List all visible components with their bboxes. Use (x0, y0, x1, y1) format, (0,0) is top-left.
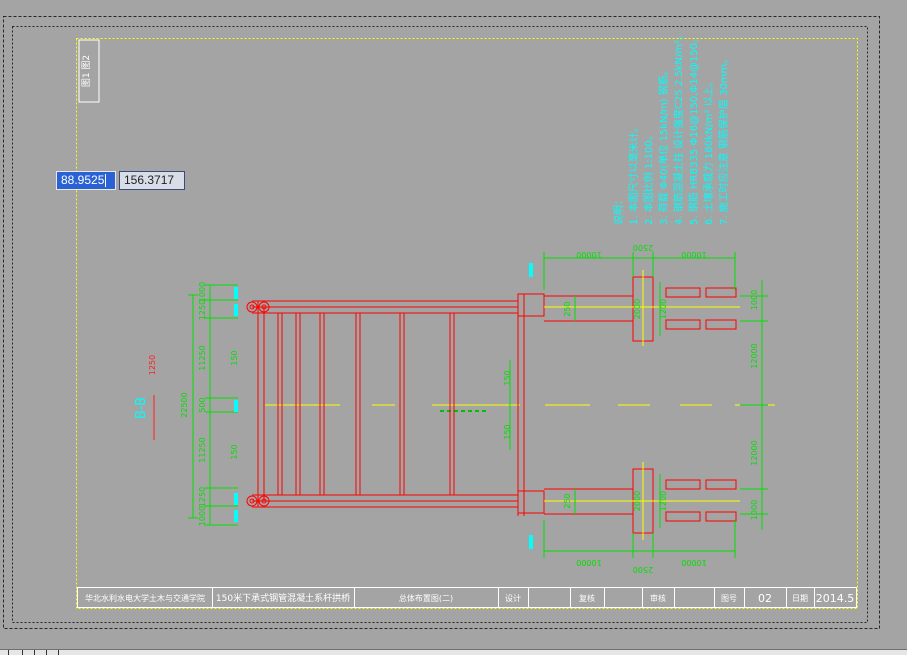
dim-left-top-c: 11250 (198, 345, 207, 370)
dim-small-a: 150 (503, 370, 512, 385)
title-reviewer-label: 审核 (650, 593, 666, 603)
coordinate-x-input[interactable]: 88.9525 (56, 171, 116, 190)
dim-small-b: 150 (503, 424, 512, 439)
dim-bottom-span-a: 10000 (576, 558, 601, 567)
dim-right-d: 1000 (750, 500, 759, 520)
coordinate-x-value: 88.9525 (61, 173, 105, 187)
title-checker-label: 复核 (579, 593, 595, 603)
note-item: 7. 施工时应注意 钢筋保护层 30mm。 (717, 54, 730, 225)
dim-right-b: 12000 (750, 343, 759, 368)
title-sheet-label: 图号 (721, 594, 737, 603)
note-item: 6. 土壤承载力 180kN/m² 以上。 (702, 76, 715, 225)
dim-bottom-span-c: 10000 (681, 558, 706, 567)
dim-small-c: 150 (230, 350, 239, 365)
title-project: 150米下承式钢管混凝土系杆拱桥 (216, 592, 350, 604)
dim-left-total: 22500 (180, 392, 189, 417)
dim-left-top-b: 1250 (198, 300, 207, 320)
dim-left-mid: 500 (198, 397, 207, 412)
paper-boundary (3, 16, 880, 629)
dim-gap-a: 250 (563, 301, 572, 316)
statusbar-tick (8, 650, 9, 655)
dim-top-span-a: 10000 (576, 250, 601, 259)
title-designer-label: 设计 (505, 593, 521, 603)
statusbar-tick (34, 650, 35, 655)
drawing-frame-outer (12, 26, 868, 623)
coordinate-y-input[interactable]: 156.3717 (119, 171, 185, 190)
elevation-markers (234, 263, 533, 549)
section-scale: 1250 (148, 355, 157, 375)
dim-top-span-c: 10000 (681, 250, 706, 259)
dim-left-bot-b: 1250 (198, 487, 207, 507)
dim-right-a: 1000 (750, 290, 759, 310)
note-item: 5. 钢筋 HRB335 Φ16@150,Φ14@150。 (687, 33, 700, 225)
status-bar (0, 649, 907, 655)
section-label: B-B (134, 397, 149, 419)
title-sheet-no: 02 (758, 592, 772, 605)
dim-inner-a: 1200 (659, 299, 668, 319)
notes-block: 说明： 1. 本图尺寸以毫米计。 2. 本图比例 1:100。 3. 荷载 Φ4… (612, 30, 730, 225)
note-item: 3. 荷载 Φ40(单位 15kN/m) 钢筋。 (657, 65, 670, 225)
dim-pier-top: 2000 (633, 299, 642, 319)
dim-pier-bot: 2000 (633, 491, 642, 511)
dim-left-top-a: 1000 (198, 282, 207, 302)
dim-left-bot-c: 11250 (198, 437, 207, 462)
title-drawing-name: 总体布置图(二) (399, 593, 453, 603)
text-caret (105, 174, 107, 188)
notes-heading: 说明： (612, 195, 625, 225)
dim-right-c: 12000 (750, 440, 759, 465)
dim-gap-b: 250 (563, 493, 572, 508)
coordinate-y-value: 156.3717 (124, 173, 175, 187)
note-item: 4. 钢筋混凝土柱 设计强度C25 2.5kN/m²。 (672, 30, 685, 225)
note-item: 2. 本图比例 1:100。 (642, 130, 655, 225)
dim-top-span-b: 2500 (633, 243, 653, 252)
dim-left-bot-a: 1000 (198, 506, 207, 526)
dim-small-d: 150 (230, 444, 239, 459)
drawing-canvas[interactable]: 图1 图2 B-B 1250 22500 1000 1250 11250 500… (0, 0, 907, 654)
title-date-label: 日期 (792, 594, 808, 603)
title-school: 华北水利水电大学土木与交通学院 (85, 593, 205, 603)
note-item: 1. 本图尺寸以毫米计。 (627, 122, 640, 225)
dim-inner-b: 1200 (659, 491, 668, 511)
statusbar-tick (46, 650, 47, 655)
side-label: 图1 图2 (81, 55, 92, 87)
statusbar-tick (22, 650, 23, 655)
drawing-frame (76, 38, 858, 609)
title-date: 2014.5 (816, 592, 855, 605)
dim-bottom-span-b: 2500 (633, 565, 653, 574)
statusbar-tick (58, 650, 59, 655)
